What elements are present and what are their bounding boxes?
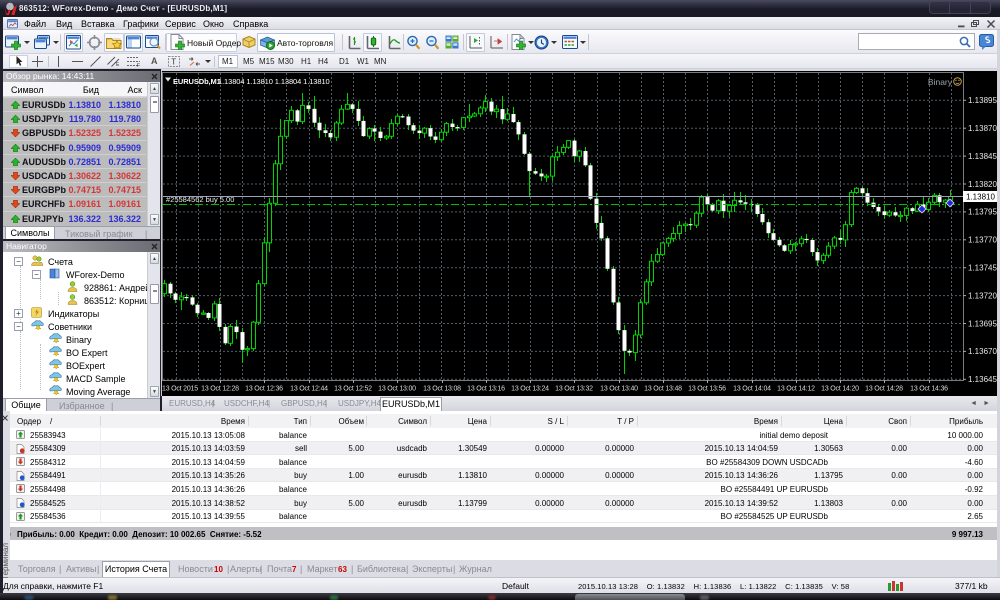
svg-text:EURUSDb,M1: EURUSDb,M1 (173, 77, 221, 86)
svg-text:13 Oct 13:40: 13 Oct 13:40 (600, 386, 638, 393)
svg-text:13 Oct 14:12: 13 Oct 14:12 (777, 386, 815, 393)
svg-text:1.13645: 1.13645 (968, 375, 997, 384)
svg-text:1.13745: 1.13745 (968, 264, 997, 273)
svg-text:13 Oct 13:48: 13 Oct 13:48 (644, 386, 682, 393)
svg-text:E: E (116, 62, 120, 67)
svg-text:T: T (171, 58, 176, 67)
svg-text:13 Oct 13:32: 13 Oct 13:32 (555, 386, 593, 393)
svg-text:1.13820: 1.13820 (968, 180, 997, 189)
svg-text:13 Oct 14:04: 13 Oct 14:04 (733, 386, 771, 393)
svg-text:13 Oct 13:56: 13 Oct 13:56 (688, 386, 726, 393)
svg-text:1.13770: 1.13770 (968, 236, 997, 245)
svg-text:1.13845: 1.13845 (968, 152, 997, 161)
svg-text:1.13870: 1.13870 (968, 124, 997, 133)
svg-text:13 Oct 14:20: 13 Oct 14:20 (821, 386, 859, 393)
svg-text:1.13804 1.13810 1.13804 1.1381: 1.13804 1.13810 1.13804 1.13810 (218, 77, 330, 86)
svg-text:13 Oct 13:00: 13 Oct 13:00 (378, 386, 416, 393)
svg-text:1.13695: 1.13695 (968, 319, 997, 328)
svg-text:Binary: Binary (928, 77, 953, 87)
svg-text:1.13795: 1.13795 (968, 208, 997, 217)
svg-text:F: F (137, 63, 140, 67)
svg-text:13 Oct 13:08: 13 Oct 13:08 (423, 386, 461, 393)
svg-text:13 Oct 14:36: 13 Oct 14:36 (910, 386, 948, 393)
svg-text:1.13810: 1.13810 (966, 193, 995, 202)
svg-text:1.13670: 1.13670 (968, 347, 997, 356)
svg-text:13 Oct 13:16: 13 Oct 13:16 (467, 386, 505, 393)
svg-text:#25584562 buy 5.00: #25584562 buy 5.00 (166, 195, 234, 204)
svg-text:1.13895: 1.13895 (968, 96, 997, 105)
svg-text:13 Oct 12:36: 13 Oct 12:36 (245, 386, 283, 393)
svg-text:13 Oct 13:24: 13 Oct 13:24 (511, 386, 549, 393)
svg-text:1.13720: 1.13720 (968, 291, 997, 300)
svg-text:13 Oct 12:52: 13 Oct 12:52 (334, 386, 372, 393)
svg-text:13 Oct 2015: 13 Oct 2015 (162, 386, 198, 393)
svg-text:13 Oct 14:28: 13 Oct 14:28 (865, 386, 903, 393)
svg-text:13 Oct 12:44: 13 Oct 12:44 (290, 386, 328, 393)
svg-text:13 Oct 12:28: 13 Oct 12:28 (201, 386, 239, 393)
